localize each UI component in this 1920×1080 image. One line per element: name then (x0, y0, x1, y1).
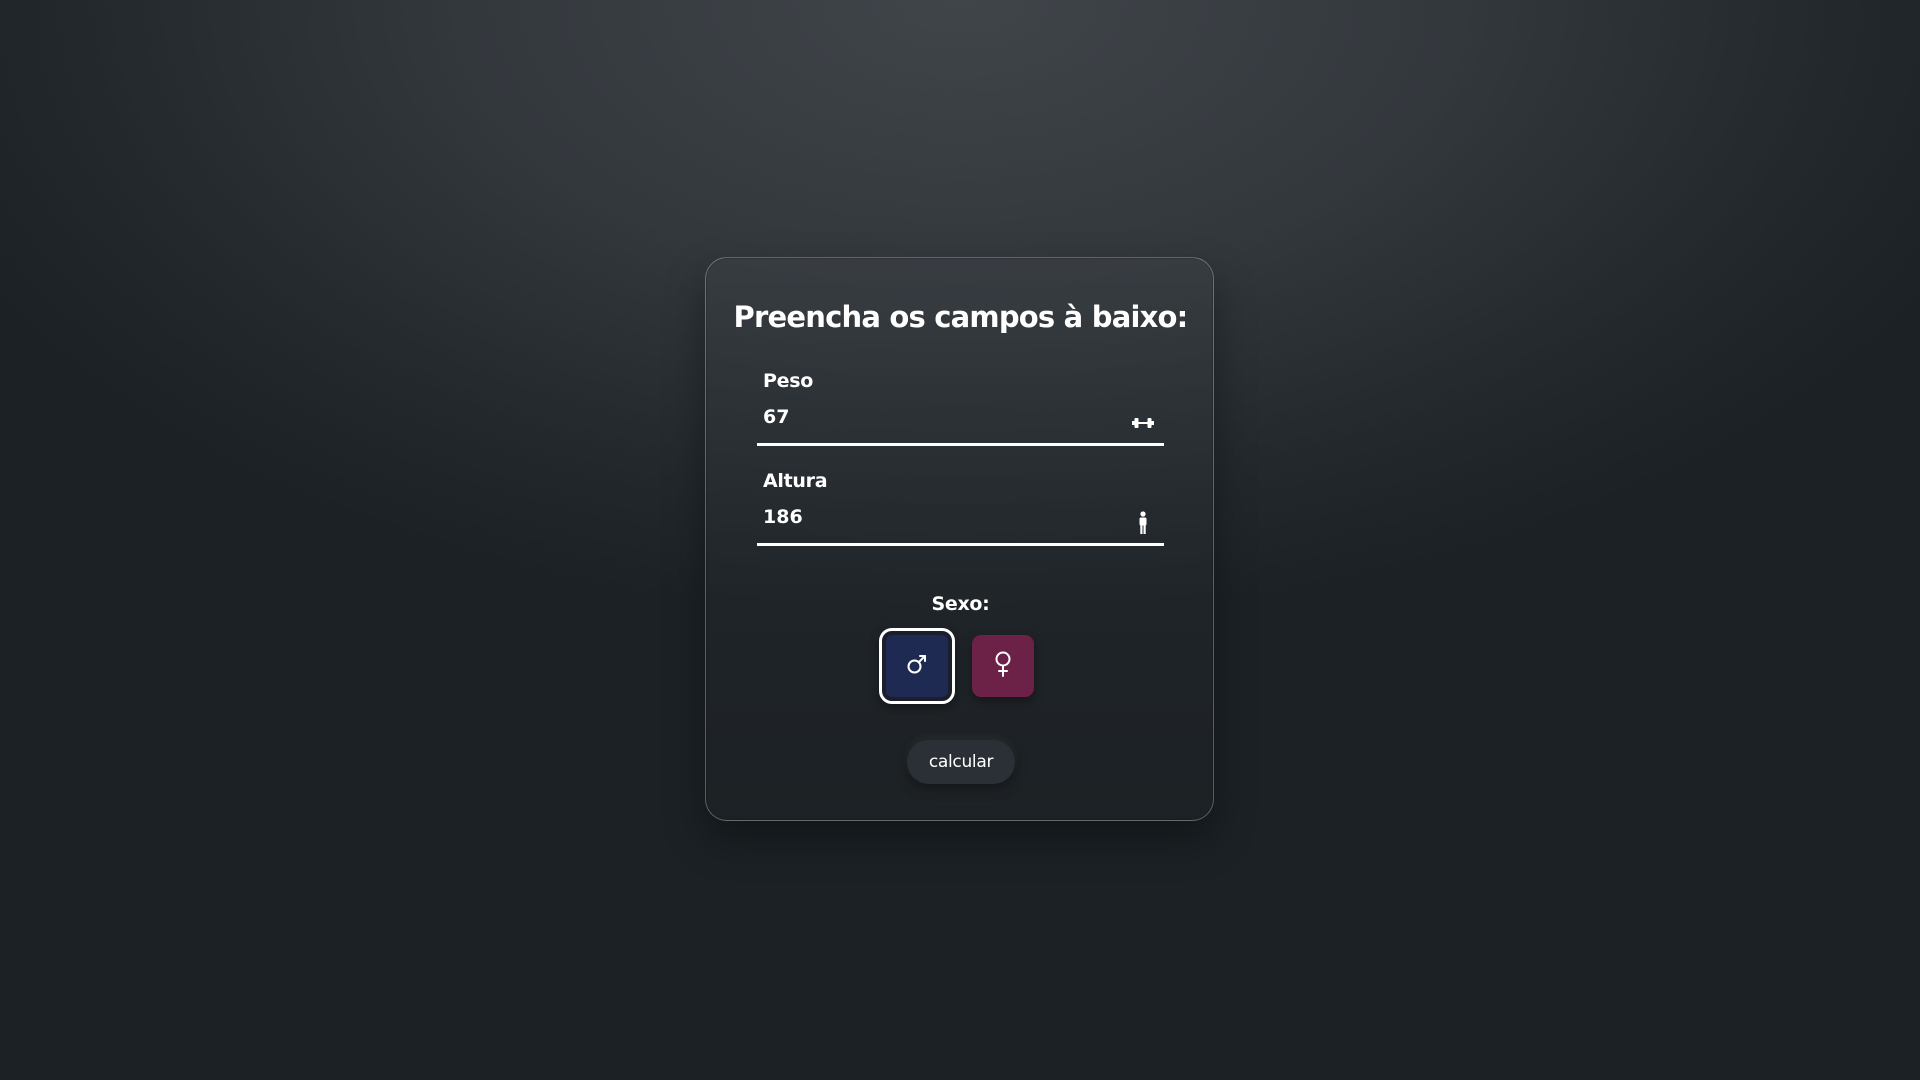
male-symbol-icon (905, 652, 929, 680)
sexo-label: Sexo: (931, 593, 990, 615)
male-button[interactable] (879, 628, 955, 704)
female-button[interactable] (972, 635, 1034, 697)
peso-input[interactable] (757, 400, 1164, 446)
female-symbol-icon (992, 650, 1014, 682)
form-title: Preencha os campos à baixo: (733, 300, 1189, 334)
peso-field-group: Peso (757, 370, 1164, 452)
person-standing-icon (1130, 510, 1156, 536)
peso-label: Peso (763, 370, 813, 392)
calcular-button[interactable]: calcular (907, 740, 1015, 784)
calculator-card: Preencha os campos à baixo: Peso Altura (705, 257, 1214, 821)
altura-field-group: Altura (757, 470, 1164, 552)
dumbbell-icon (1130, 410, 1156, 436)
altura-input[interactable] (757, 500, 1164, 546)
altura-label: Altura (763, 470, 828, 492)
